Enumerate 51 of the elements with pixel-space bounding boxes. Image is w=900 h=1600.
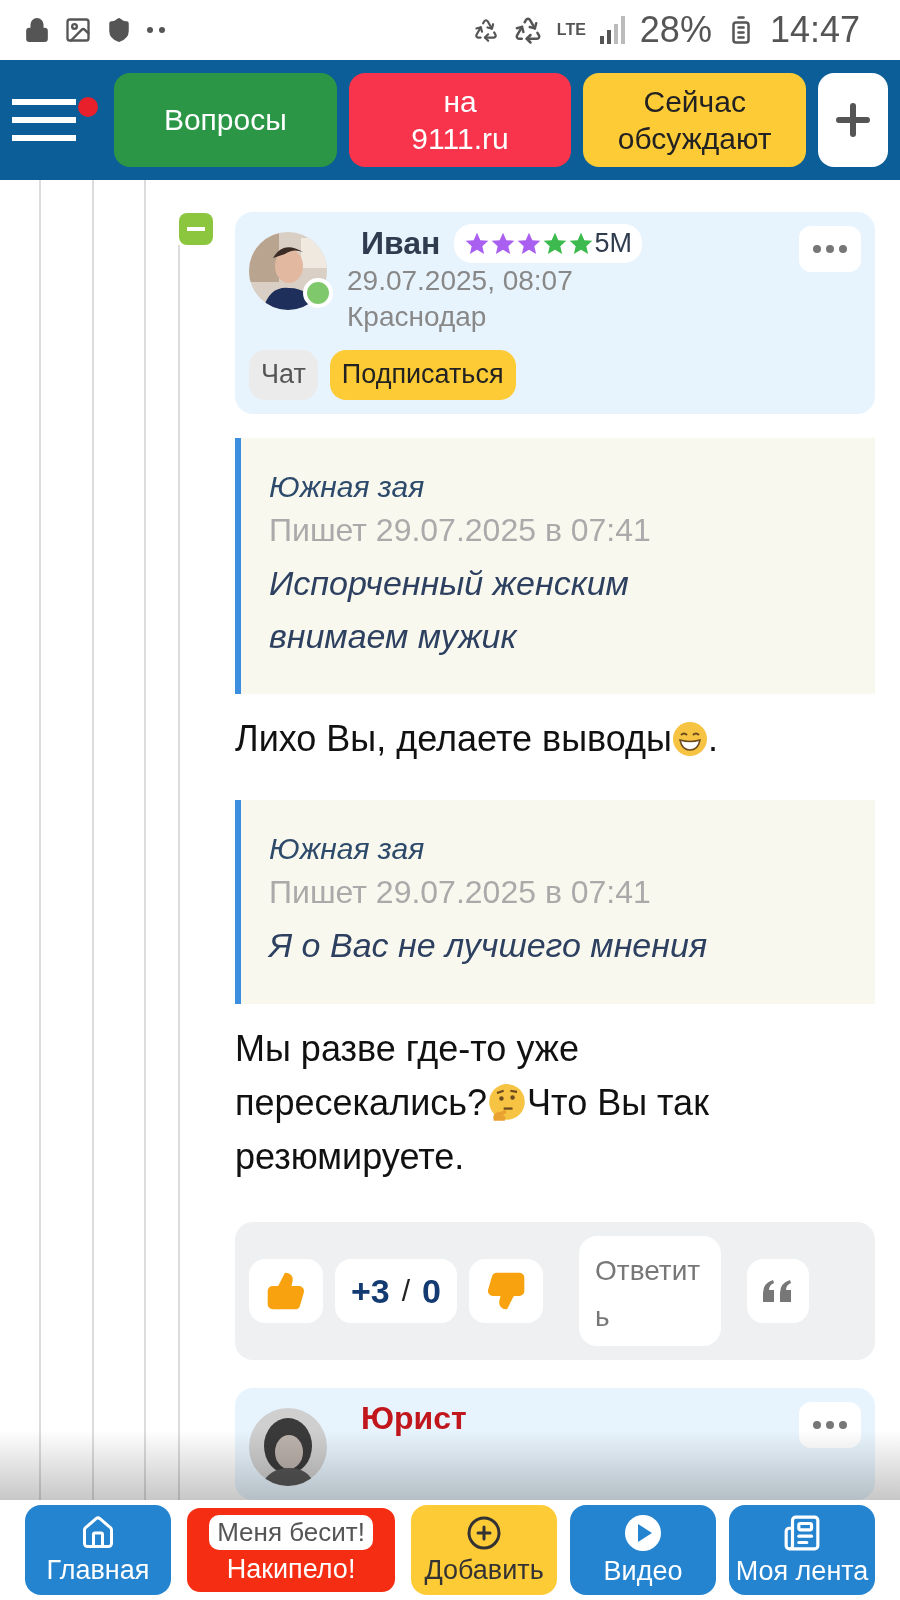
collapse-toggle[interactable]	[179, 213, 213, 245]
shield-icon	[106, 17, 132, 43]
newspaper-icon	[783, 1513, 821, 1552]
author-city: Краснодар	[347, 300, 488, 335]
comment-text: Мы разве где-то уже пересекались? Что Вы так резюмируете.	[235, 1027, 710, 1179]
lock-icon	[24, 17, 50, 43]
nav-button[interactable]: Вопросы	[114, 73, 337, 167]
thumbs-up-icon	[266, 1271, 306, 1311]
quote-button[interactable]	[747, 1259, 810, 1323]
more-button[interactable]	[799, 1402, 861, 1448]
nav-button[interactable]: на 9111.ru	[348, 73, 572, 167]
quote-date: Пишет 29.07.2025 в 07:41	[269, 511, 652, 549]
recycle-icon	[512, 15, 543, 45]
post-date: 29.07.2025, 08:07	[347, 264, 574, 298]
quote-text: Я о Вас не лучшего мнения	[269, 925, 709, 967]
subscribe-button[interactable]: Подписаться	[329, 349, 516, 400]
thinking-face-icon	[487, 1083, 528, 1123]
quote-author: Южная зая	[269, 832, 426, 867]
minus-votes: 0	[422, 1271, 442, 1311]
signal-icon	[599, 16, 626, 44]
image-icon	[64, 16, 92, 44]
play-icon	[624, 1513, 663, 1552]
quote-icon	[763, 1280, 794, 1302]
comment-text: Лихо Вы, делаете выводы .	[235, 717, 719, 762]
home-icon	[80, 1514, 116, 1551]
add-button[interactable]	[818, 73, 888, 167]
quote-date: Пишет 29.07.2025 в 07:41	[269, 874, 652, 912]
tab-bar-button[interactable]: Главная	[25, 1505, 171, 1595]
tab-bar-button[interactable]: Видео	[570, 1505, 717, 1595]
plus-votes: +3	[351, 1271, 390, 1311]
quote-text: Испорченный женским внимаем мужик	[269, 562, 630, 657]
rant-badge: Меня бесит!	[209, 1515, 373, 1550]
vote-separator: /	[401, 1274, 411, 1308]
quote-author: Южная зая	[269, 469, 426, 504]
battery-level: 28%	[639, 12, 712, 48]
grinning-face-icon	[671, 721, 708, 758]
tab-bar-button[interactable]: Добавить	[411, 1505, 558, 1595]
clock: 14:47	[769, 12, 860, 48]
author-name[interactable]: Юрист	[361, 1400, 467, 1437]
rank-label: 5M	[594, 228, 632, 259]
more-notifications-icon	[146, 26, 166, 34]
author-name[interactable]: Иван	[361, 225, 441, 262]
tab-bar-button[interactable]: Моя лента	[729, 1505, 875, 1595]
thumbs-down-icon	[486, 1271, 527, 1311]
nav-button[interactable]: Сейчас обсуждают	[583, 73, 806, 167]
network-type: LTE	[556, 22, 586, 38]
chat-button[interactable]: Чат	[249, 349, 318, 400]
reply-button[interactable]: Ответить	[579, 1236, 722, 1346]
more-button[interactable]	[799, 226, 861, 272]
plus-circle-icon	[466, 1514, 503, 1551]
battery-saver-icon	[472, 17, 499, 43]
